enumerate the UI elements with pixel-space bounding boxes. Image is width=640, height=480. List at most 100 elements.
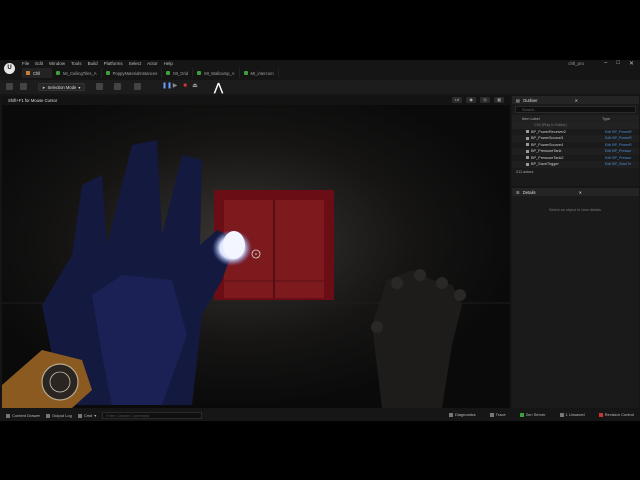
close-tab-icon[interactable]: ✕ bbox=[575, 98, 579, 103]
actor-type-link[interactable]: Edit BP_PowerR bbox=[605, 143, 632, 147]
actor-type-link[interactable]: Edit BP_Pressur bbox=[605, 156, 631, 160]
revision-label: Revision Control bbox=[604, 412, 634, 417]
game-scene[interactable] bbox=[2, 105, 510, 408]
actor-name: BP_SaveTrigger bbox=[531, 162, 559, 167]
material-icon bbox=[197, 71, 202, 75]
output-log-button[interactable]: Output Log bbox=[46, 413, 72, 418]
tab-label: MI_intercom bbox=[250, 70, 274, 76]
content-browser-icon[interactable] bbox=[20, 83, 27, 90]
content-drawer-button[interactable]: Content Drawer bbox=[6, 413, 40, 418]
actor-icon bbox=[526, 136, 529, 140]
details-icon: ☰ bbox=[516, 189, 520, 195]
tab-label: MI_CeilingTiles_A bbox=[63, 70, 97, 76]
outliner-header: ▤ Outliner ✕ bbox=[512, 96, 639, 104]
play-controls: ❚❚ ▶ ■ ⏏ bbox=[162, 83, 198, 90]
actor-icon bbox=[526, 162, 529, 166]
cinematics-icon[interactable] bbox=[134, 83, 141, 90]
revision-control-button[interactable]: Revision Control bbox=[598, 412, 634, 417]
camera-button[interactable]: ◎ bbox=[480, 97, 490, 103]
material-icon bbox=[105, 71, 110, 75]
platform-logo-icon[interactable]: ⋀ bbox=[214, 81, 223, 94]
menu-file[interactable]: File bbox=[22, 61, 29, 66]
main-toolbar: ➤ Selection Mode ▾ ❚❚ ▶ ■ ⏏ ⋀ bbox=[0, 80, 640, 94]
stop-icon[interactable]: ■ bbox=[182, 83, 188, 90]
menu-actor[interactable]: Actor bbox=[147, 61, 158, 66]
diagnostics-icon bbox=[448, 412, 453, 417]
close-tab-icon[interactable]: ✕ bbox=[579, 190, 583, 195]
close-button[interactable]: ✕ bbox=[629, 60, 634, 67]
maximize-button[interactable]: □ bbox=[616, 60, 620, 67]
actor-type-link[interactable]: Edit BP_PowerR bbox=[605, 130, 632, 134]
column-type[interactable]: Type bbox=[602, 117, 632, 121]
menu-help[interactable]: Help bbox=[164, 61, 173, 66]
tab-mi-wallcamp[interactable]: MI_Wallcamp_A bbox=[193, 68, 240, 78]
menu-build[interactable]: Build bbox=[88, 61, 98, 66]
menu-platforms[interactable]: Platforms bbox=[104, 61, 123, 66]
tab-label: MI_Wallcamp_A bbox=[204, 70, 235, 76]
outliner-icon: ▤ bbox=[516, 97, 520, 103]
lit-mode-button[interactable]: Lit bbox=[452, 97, 462, 103]
play-icon[interactable]: ▶ bbox=[172, 83, 178, 90]
mouse-cursor-hint: Shift+F1 for Mouse Cursor bbox=[8, 98, 58, 103]
unsaved-button[interactable]: 1 Unsaved bbox=[559, 412, 585, 417]
save-icon[interactable] bbox=[6, 83, 13, 90]
level-icon bbox=[26, 71, 30, 75]
details-empty-message: Select an object to view details. bbox=[549, 208, 602, 212]
actor-type-link[interactable]: Edit BP_Pressur bbox=[605, 149, 631, 153]
column-item-label[interactable]: Item Label bbox=[522, 117, 602, 121]
crosshair-dot bbox=[255, 253, 257, 255]
selection-mode-dropdown[interactable]: ➤ Selection Mode ▾ bbox=[38, 83, 85, 91]
console-command-input[interactable]: Enter Console Command bbox=[102, 412, 203, 419]
tab-chll[interactable]: Chll bbox=[22, 68, 52, 78]
actor-name: BP_PressureTank2 bbox=[531, 155, 564, 160]
show-flags-button[interactable]: ◉ bbox=[466, 97, 476, 103]
log-icon bbox=[46, 413, 51, 418]
window-controls: – □ ✕ bbox=[604, 60, 634, 67]
viewport-toolbar: Shift+F1 for Mouse Cursor Lit ◉ ◎ ▦ bbox=[2, 96, 510, 105]
pause-icon[interactable]: ❚❚ bbox=[162, 83, 172, 90]
tab-mi-ceilingtiles[interactable]: MI_CeilingTiles_A bbox=[52, 68, 102, 78]
cmd-dropdown[interactable]: Cmd ▾ bbox=[77, 413, 96, 418]
unreal-logo-icon[interactable]: U bbox=[4, 63, 15, 74]
menu-bar: U File Edit Window Tools Build Platforms… bbox=[0, 60, 640, 74]
editor-window: U File Edit Window Tools Build Platforms… bbox=[0, 60, 640, 421]
document-tabs: Chll MI_CeilingTiles_A PoppyMaterialInst… bbox=[22, 68, 279, 78]
blueprint-icon[interactable] bbox=[114, 83, 121, 90]
trace-icon bbox=[489, 412, 494, 417]
menu-select[interactable]: Select bbox=[129, 61, 142, 66]
zen-server-button[interactable]: Zen Server bbox=[519, 412, 546, 417]
snap-button[interactable]: ▦ bbox=[494, 97, 504, 103]
actor-type-link[interactable]: Edit BP_SaveTri bbox=[605, 162, 631, 166]
tab-poppy-material-instances[interactable]: PoppyMaterialInstances bbox=[102, 68, 163, 78]
unsaved-label: 1 Unsaved bbox=[565, 412, 585, 417]
add-actor-icon[interactable] bbox=[96, 83, 103, 90]
diagnostics-button[interactable]: Diagnostics bbox=[448, 412, 476, 417]
drawer-icon bbox=[6, 413, 10, 418]
tab-label: PoppyMaterialInstances bbox=[112, 70, 158, 76]
status-bar: Content Drawer Output Log Cmd ▾ Enter Con… bbox=[0, 410, 640, 421]
details-header: ☰ Details ✕ bbox=[512, 188, 639, 196]
outliner-search-input[interactable]: Search... bbox=[515, 106, 636, 113]
menu-window[interactable]: Window bbox=[49, 61, 65, 66]
revision-icon bbox=[598, 412, 603, 417]
actor-name: BP_PressureTank bbox=[531, 149, 562, 154]
eject-icon[interactable]: ⏏ bbox=[192, 83, 198, 90]
actor-name: BP_PowerSource3 bbox=[531, 136, 564, 141]
trace-label: Trace bbox=[495, 412, 506, 417]
actor-type-link[interactable]: Edit BP_PowerR bbox=[605, 136, 632, 140]
tab-mi-intercom[interactable]: MI_intercom bbox=[240, 68, 279, 78]
actor-icon bbox=[526, 156, 529, 160]
actor-name: BP_PowerReceiver2 bbox=[531, 129, 567, 134]
chevron-down-icon: ▾ bbox=[78, 84, 81, 90]
select-arrow-icon: ➤ bbox=[42, 84, 46, 90]
zen-server-label: Zen Server bbox=[525, 412, 546, 417]
actor-count: 211 actors bbox=[516, 169, 534, 174]
menu-edit[interactable]: Edit bbox=[35, 61, 43, 66]
actor-icon bbox=[526, 149, 529, 153]
tab-mi-grid[interactable]: MI_Grid bbox=[162, 68, 194, 78]
menu-tools[interactable]: Tools bbox=[71, 61, 82, 66]
level-viewport[interactable]: Shift+F1 for Mouse Cursor Lit ◉ ◎ ▦ bbox=[2, 96, 510, 408]
material-icon bbox=[56, 71, 60, 75]
trace-button[interactable]: Trace bbox=[489, 412, 506, 417]
minimize-button[interactable]: – bbox=[604, 60, 607, 67]
